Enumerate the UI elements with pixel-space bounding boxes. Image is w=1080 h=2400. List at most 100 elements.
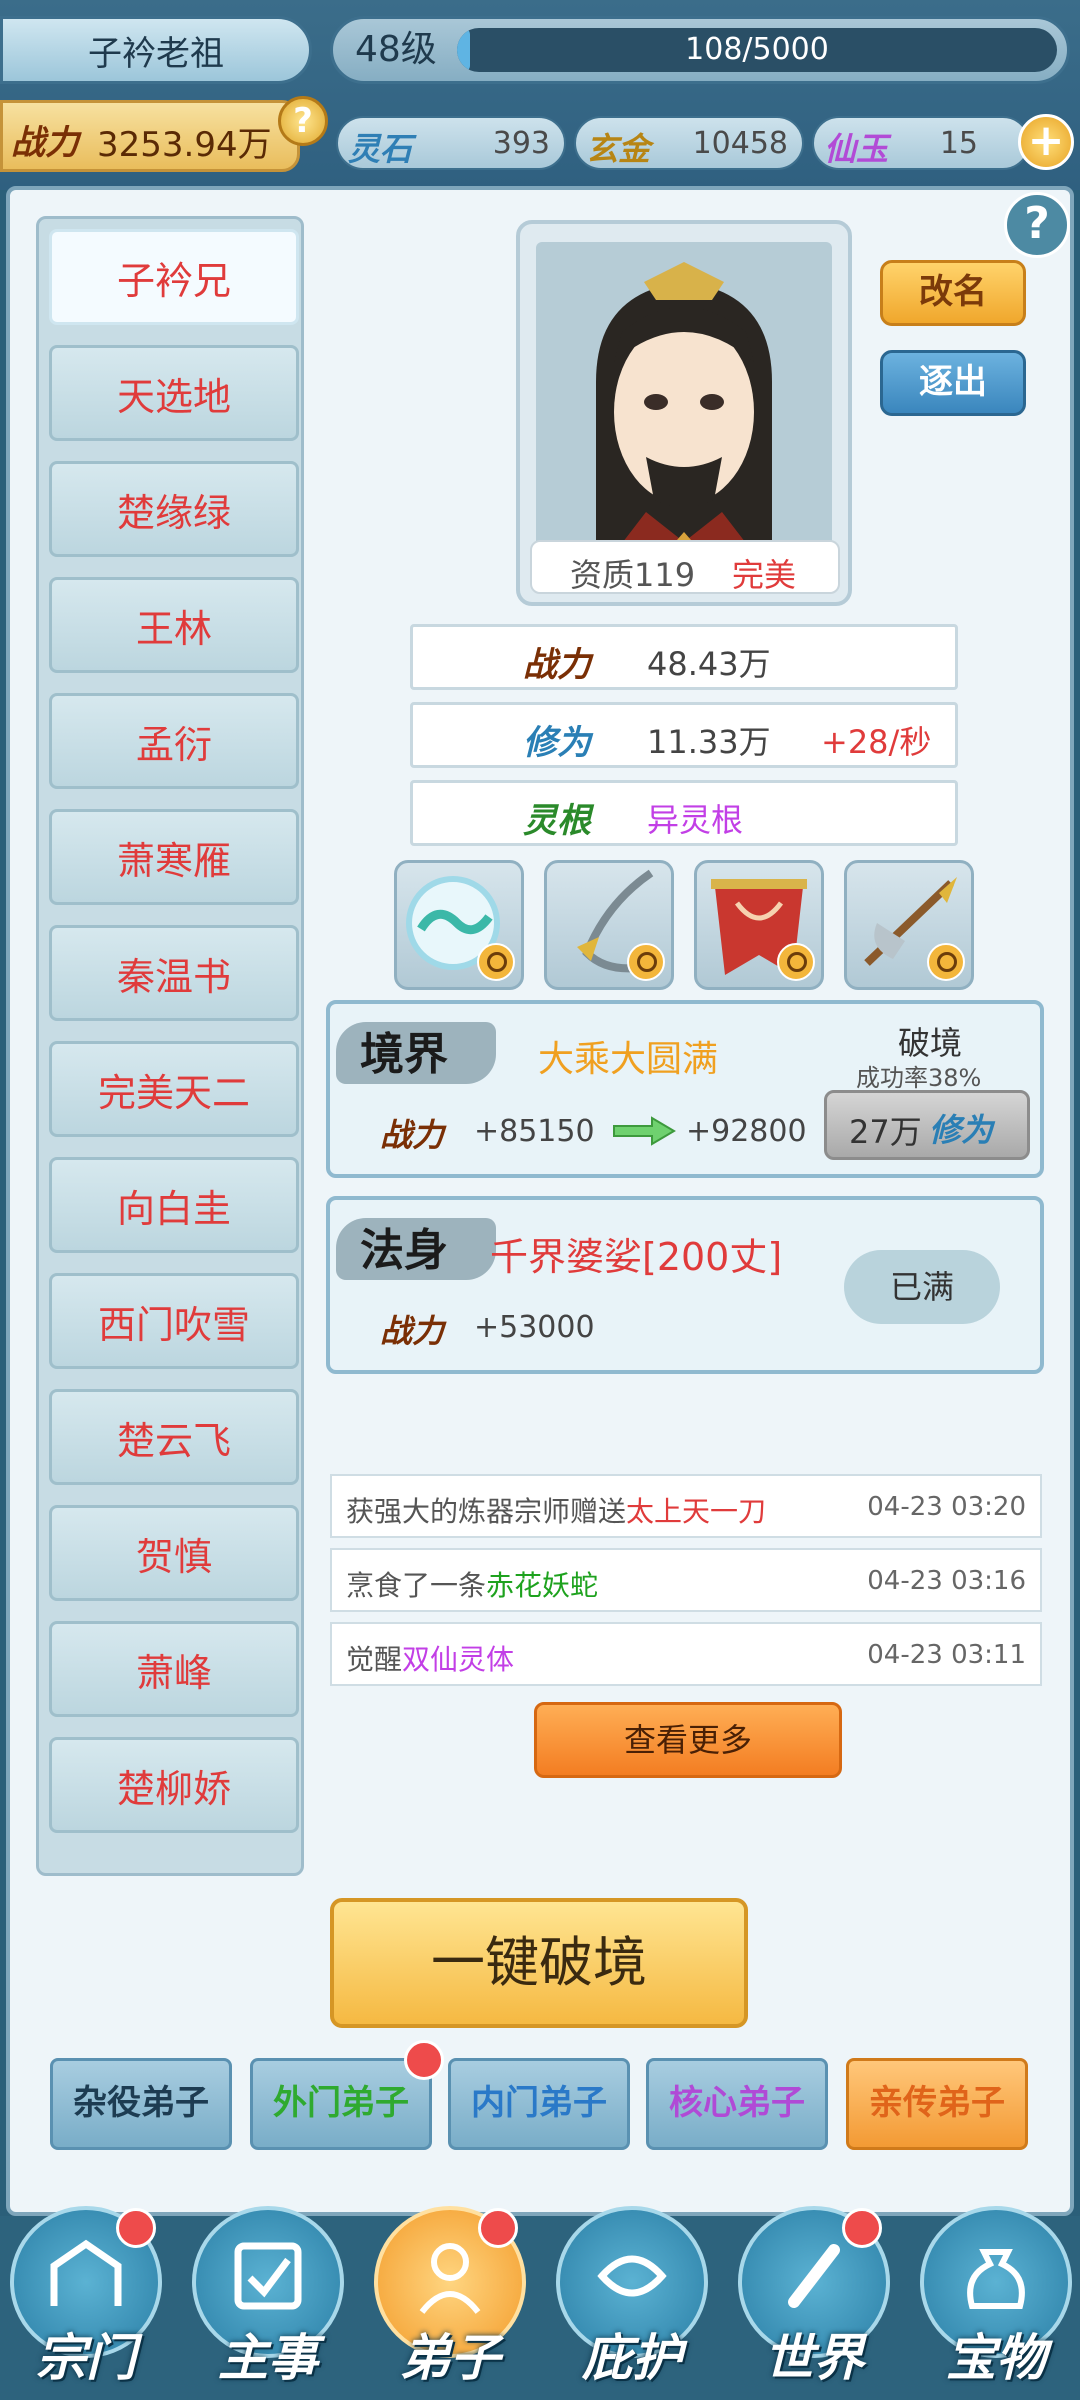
help-icon[interactable]: ?	[1004, 192, 1070, 258]
nav-label: 庇护	[582, 2328, 682, 2387]
breakthrough-button[interactable]: 27万 修为	[824, 1090, 1030, 1160]
log-time: 04-23 03:11	[867, 1640, 1026, 1670]
cultivation-rate: +28/秒	[821, 723, 932, 761]
stat-value: 11.33万	[647, 723, 771, 761]
arrow-right-icon	[613, 1116, 676, 1146]
notification-dot	[116, 2208, 156, 2248]
notification-dot	[404, 2040, 444, 2080]
expel-button[interactable]: 逐出	[880, 350, 1026, 416]
nav-label: 宝物	[946, 2328, 1046, 2387]
equipment-slot[interactable]	[694, 860, 824, 990]
disciple-item[interactable]: 萧峰	[49, 1621, 299, 1717]
tab-core-disciples[interactable]: 核心弟子	[646, 2058, 828, 2150]
notification-dot	[842, 2208, 882, 2248]
stat-label: 战力	[523, 645, 591, 685]
zoom-icon[interactable]	[477, 943, 515, 981]
realm-panel: 境界 大乘大圆满 战力 +85150 +92800 破境 成功率38% 27万 …	[326, 1000, 1044, 1178]
tab-servant-disciples[interactable]: 杂役弟子	[50, 2058, 232, 2150]
resource-spirit-stone: 灵石 393	[336, 116, 566, 170]
disciple-icon	[419, 2243, 481, 2314]
tab-outer-disciples[interactable]: 外门弟子	[250, 2058, 432, 2150]
realm-power-current: +85150	[474, 1114, 595, 1149]
level-panel: 48级 108/5000	[330, 16, 1070, 84]
add-currency-button[interactable]: +	[1018, 114, 1074, 170]
equipment-slot[interactable]	[544, 860, 674, 990]
zoom-icon[interactable]	[627, 943, 665, 981]
log-row: 获强大的炼器宗师赠送太上天一刀 04-23 03:20	[330, 1474, 1042, 1538]
level-label: 48级	[355, 29, 437, 70]
stat-value: 异灵根	[647, 801, 744, 839]
stat-label: 修为	[523, 723, 591, 763]
dharma-power-label: 战力	[380, 1312, 445, 1350]
realm-power-label: 战力	[380, 1116, 445, 1154]
breakthrough-success-rate: 成功率38%	[856, 1064, 982, 1092]
disciple-item[interactable]: 萧寒雁	[49, 809, 299, 905]
equipment-slot[interactable]	[844, 860, 974, 990]
disciple-item[interactable]: 西门吹雪	[49, 1273, 299, 1369]
resource-value: 10458	[692, 126, 788, 161]
disciple-item[interactable]: 子衿兄	[49, 229, 299, 325]
nav-treasure[interactable]: 宝物	[916, 2206, 1076, 2396]
aptitude-rank: 完美	[732, 556, 797, 594]
exp-text: 108/5000	[685, 32, 829, 67]
player-name[interactable]: 子衿老祖	[0, 16, 312, 84]
disciple-item[interactable]: 楚柳娇	[49, 1737, 299, 1833]
disciple-item[interactable]: 楚缘绿	[49, 461, 299, 557]
zoom-icon[interactable]	[777, 943, 815, 981]
nav-label: 主事	[218, 2328, 318, 2387]
one-key-breakthrough-button[interactable]: 一键破境	[330, 1898, 748, 2028]
disciple-item[interactable]: 向白圭	[49, 1157, 299, 1253]
nav-affairs[interactable]: 主事	[188, 2206, 348, 2396]
notification-dot	[478, 2208, 518, 2248]
nav-shelter[interactable]: 庇护	[552, 2206, 712, 2396]
dharma-body-title: 法身	[360, 1225, 448, 1276]
disciple-list[interactable]: 子衿兄 天选地 楚缘绿 王林 孟衍 萧寒雁 秦温书 完美天二 向白圭 西门吹雪 …	[36, 216, 304, 1876]
disciple-item[interactable]: 王林	[49, 577, 299, 673]
rename-button[interactable]: 改名	[880, 260, 1026, 326]
stat-cultivation-row: 修为 11.33万 +28/秒	[410, 702, 958, 768]
disciple-item[interactable]: 楚云飞	[49, 1389, 299, 1485]
resource-xianyu: 仙玉 15	[812, 116, 1030, 170]
exp-bar: 108/5000	[457, 28, 1057, 72]
checklist-icon	[234, 2242, 302, 2310]
aptitude-value: 资质119	[570, 556, 696, 594]
equipment-slot[interactable]	[394, 860, 524, 990]
character-avatar-icon	[596, 262, 772, 564]
resource-label: 玄金	[586, 130, 651, 168]
shelter-icon	[597, 2255, 667, 2297]
resource-label: 仙玉	[824, 130, 889, 168]
log-text: 获强大的炼器宗师赠送太上天一刀	[346, 1495, 767, 1528]
disciple-item[interactable]: 孟衍	[49, 693, 299, 789]
total-power-box: 战力 3253.94万	[0, 100, 300, 172]
log-row: 觉醒双仙灵体 04-23 03:11	[330, 1622, 1042, 1686]
dharma-power-value: +53000	[474, 1310, 595, 1345]
log-text: 烹食了一条赤花妖蛇	[346, 1569, 599, 1602]
dharma-body-name: 千界婆娑[200丈]	[490, 1235, 783, 1279]
see-more-button[interactable]: 查看更多	[534, 1702, 842, 1778]
nav-label: 世界	[764, 2328, 864, 2387]
resource-value: 393	[492, 126, 550, 161]
aptitude-tag: 资质119 完美	[530, 540, 840, 594]
treasure-bag-icon	[967, 2249, 1025, 2309]
log-text: 觉醒双仙灵体	[346, 1643, 515, 1676]
tab-personal-disciples[interactable]: 亲传弟子	[846, 2058, 1028, 2150]
realm-power-next: +92800	[686, 1114, 807, 1149]
power-value: 3253.94万	[97, 125, 272, 165]
disciple-item[interactable]: 天选地	[49, 345, 299, 441]
stat-label: 灵根	[523, 801, 591, 841]
dharma-body-panel: 法身 千界婆娑[200丈] 战力 +53000 已满	[326, 1196, 1044, 1374]
breakthrough-cost-unit: 修为	[929, 1111, 994, 1149]
power-help-icon[interactable]: ?	[278, 96, 328, 146]
dharma-body-status: 已满	[844, 1250, 1000, 1324]
log-time: 04-23 03:16	[867, 1566, 1026, 1596]
zoom-icon[interactable]	[927, 943, 965, 981]
resource-xuanjin: 玄金 10458	[574, 116, 804, 170]
resource-value: 15	[939, 126, 978, 161]
tab-inner-disciples[interactable]: 内门弟子	[448, 2058, 630, 2150]
nav-label: 弟子	[400, 2328, 500, 2387]
disciple-item[interactable]: 贺慎	[49, 1505, 299, 1601]
top-bar: 子衿老祖 48级 108/5000 战力 3253.94万 ? 灵石 393 玄…	[0, 0, 1080, 190]
realm-name: 大乘大圆满	[538, 1039, 719, 1080]
disciple-item[interactable]: 秦温书	[49, 925, 299, 1021]
disciple-item[interactable]: 完美天二	[49, 1041, 299, 1137]
